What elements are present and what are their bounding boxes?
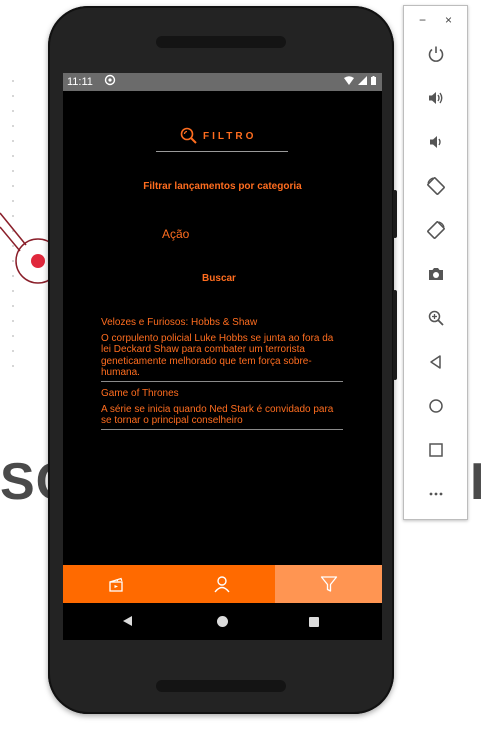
clapperboard-icon [109, 577, 123, 592]
rotate-left-button[interactable] [420, 170, 452, 202]
system-icons [344, 76, 376, 87]
background-dot [12, 185, 14, 187]
filter-icon [320, 576, 337, 592]
power-button[interactable] [420, 38, 452, 70]
search-button[interactable]: Buscar [186, 270, 252, 288]
background-dot [12, 290, 14, 292]
emu-back-button[interactable] [420, 346, 452, 378]
result-title: Game of Thrones [101, 388, 179, 399]
emu-home-button[interactable] [420, 390, 452, 422]
category-select[interactable]: Ação [162, 227, 189, 241]
signal-icon [358, 76, 368, 85]
list-item[interactable]: Velozes e Furiosos: Hobbs & Shaw O corpu… [101, 317, 343, 382]
tab-releases[interactable] [63, 565, 169, 603]
background-text-right: I [470, 453, 485, 511]
background-dot [12, 305, 14, 307]
app-screen: 11:11 FILTRO Filtrar lançamentos por cat… [63, 73, 382, 640]
volume-up-button[interactable] [420, 82, 452, 114]
tab-filter[interactable] [275, 565, 382, 603]
minimize-button[interactable]: − [419, 13, 426, 27]
background-dot [12, 95, 14, 97]
back-icon [430, 355, 441, 369]
back-icon[interactable] [123, 616, 132, 626]
top-speaker [156, 36, 286, 48]
phone-side-button [393, 190, 397, 238]
background-dot [12, 110, 14, 112]
background-dot [12, 320, 14, 322]
recents-icon[interactable] [309, 617, 319, 627]
more-icon [429, 492, 443, 496]
cast-icon [104, 74, 116, 89]
tab-profile[interactable] [169, 565, 275, 603]
home-icon[interactable] [217, 616, 228, 627]
volume-down-icon [430, 136, 441, 148]
user-icon [214, 576, 230, 593]
header-divider [156, 151, 288, 152]
overview-icon [429, 443, 443, 457]
result-title: Velozes e Furiosos: Hobbs & Shaw [101, 317, 258, 328]
close-button[interactable]: × [445, 13, 452, 27]
bottom-tab-bar [63, 565, 382, 603]
power-icon [428, 46, 444, 62]
emu-overview-button[interactable] [420, 434, 452, 466]
search-icon [180, 127, 197, 144]
home-icon [429, 399, 443, 413]
page-title: FILTRO [203, 131, 257, 142]
bottom-speaker [156, 680, 286, 692]
screenshot-button[interactable] [420, 258, 452, 290]
rotate-right-button[interactable] [420, 214, 452, 246]
emulator-panel: − × [403, 5, 468, 520]
result-description: O corpulento policial Luke Hobbs se junt… [101, 333, 343, 382]
background-dot [12, 140, 14, 142]
filter-subtitle: Filtrar lançamentos por categoria [143, 181, 302, 192]
android-nav-bar [63, 603, 382, 640]
zoom-button[interactable] [420, 302, 452, 334]
battery-icon [371, 76, 376, 85]
filter-header: FILTRO [63, 126, 382, 146]
background-dot [12, 350, 14, 352]
camera-icon [429, 268, 443, 280]
status-bar: 11:11 [63, 73, 382, 91]
status-time: 11:11 [67, 76, 93, 88]
phone-side-button [393, 290, 397, 380]
rotate-right-icon [427, 221, 445, 239]
background-dot [12, 335, 14, 337]
wifi-icon [344, 76, 355, 85]
more-button[interactable] [420, 478, 452, 510]
rotate-left-icon [427, 177, 445, 195]
volume-down-button[interactable] [420, 126, 452, 158]
list-item[interactable]: Game of Thrones A série se inicia quando… [101, 388, 343, 430]
background-dot [12, 155, 14, 157]
background-dot [12, 365, 14, 367]
zoom-icon [428, 310, 444, 326]
background-dot [12, 80, 14, 82]
volume-up-icon [429, 92, 443, 104]
background-dot [12, 170, 14, 172]
result-description: A série se inicia quando Ned Stark é con… [101, 404, 343, 430]
background-dot [12, 125, 14, 127]
